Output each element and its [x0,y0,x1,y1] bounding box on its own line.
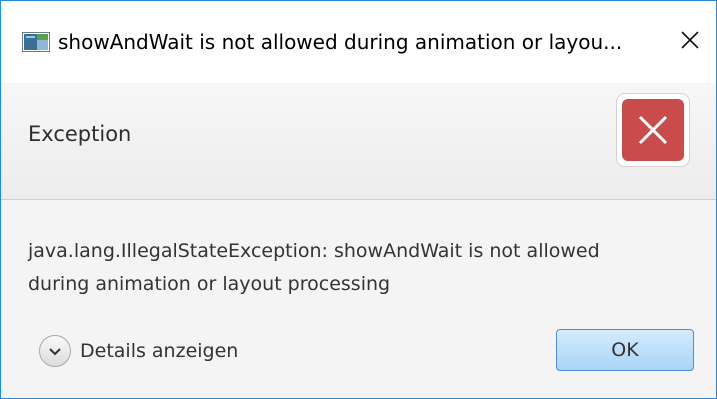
window-title: showAndWait is not allowed during animat… [58,30,623,54]
details-expand-button[interactable] [39,335,71,367]
title-bar[interactable]: showAndWait is not allowed during animat… [1,1,716,83]
java-app-icon [22,32,50,52]
close-icon [680,30,700,54]
dialog-content: java.lang.IllegalStateException: showAnd… [1,200,716,398]
message-line-2: during animation or layout processing [28,273,391,295]
error-icon-frame [616,93,690,167]
header-title: Exception [28,122,132,146]
close-button[interactable] [673,25,707,59]
message-line-1: java.lang.IllegalStateException: showAnd… [28,240,600,262]
dialog-header: Exception [1,83,716,200]
details-toggle[interactable]: Details anzeigen [39,333,238,369]
chevron-down-icon [48,342,62,361]
ok-button[interactable]: OK [556,329,694,371]
exception-dialog-window: showAndWait is not allowed during animat… [0,0,717,399]
details-label[interactable]: Details anzeigen [80,340,238,362]
exception-message: java.lang.IllegalStateException: showAnd… [28,235,688,301]
error-x-icon [622,99,684,161]
